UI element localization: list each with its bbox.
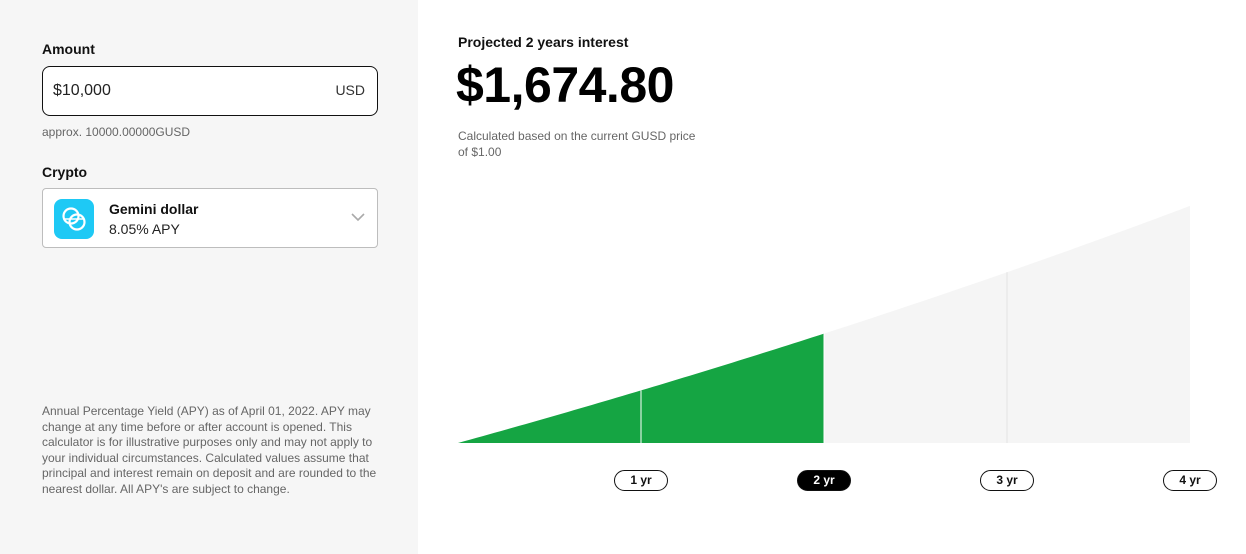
crypto-label: Crypto xyxy=(42,164,88,180)
amount-input[interactable] xyxy=(53,67,313,115)
crypto-name: Gemini dollar xyxy=(109,201,199,217)
year-4-button[interactable]: 4 yr xyxy=(1163,470,1217,491)
calculator-panel: Amount USD approx. 10000.00000GUSD Crypt… xyxy=(0,0,418,554)
year-1-button[interactable]: 1 yr xyxy=(614,470,668,491)
chevron-down-icon xyxy=(351,213,365,222)
amount-label: Amount xyxy=(42,41,95,57)
approx-conversion: approx. 10000.00000GUSD xyxy=(42,125,191,139)
year-3-button[interactable]: 3 yr xyxy=(980,470,1034,491)
projection-panel: Projected 2 years interest $1,674.80 Cal… xyxy=(418,0,1246,554)
gemini-dollar-icon xyxy=(54,199,94,239)
amount-unit: USD xyxy=(335,82,365,98)
apy-disclaimer: Annual Percentage Yield (APY) as of Apri… xyxy=(42,404,377,496)
year-2-button[interactable]: 2 yr xyxy=(797,470,851,491)
amount-field[interactable]: USD xyxy=(42,66,378,116)
crypto-apy: 8.05% APY xyxy=(109,221,180,237)
crypto-select[interactable]: Gemini dollar 8.05% APY xyxy=(42,188,378,248)
